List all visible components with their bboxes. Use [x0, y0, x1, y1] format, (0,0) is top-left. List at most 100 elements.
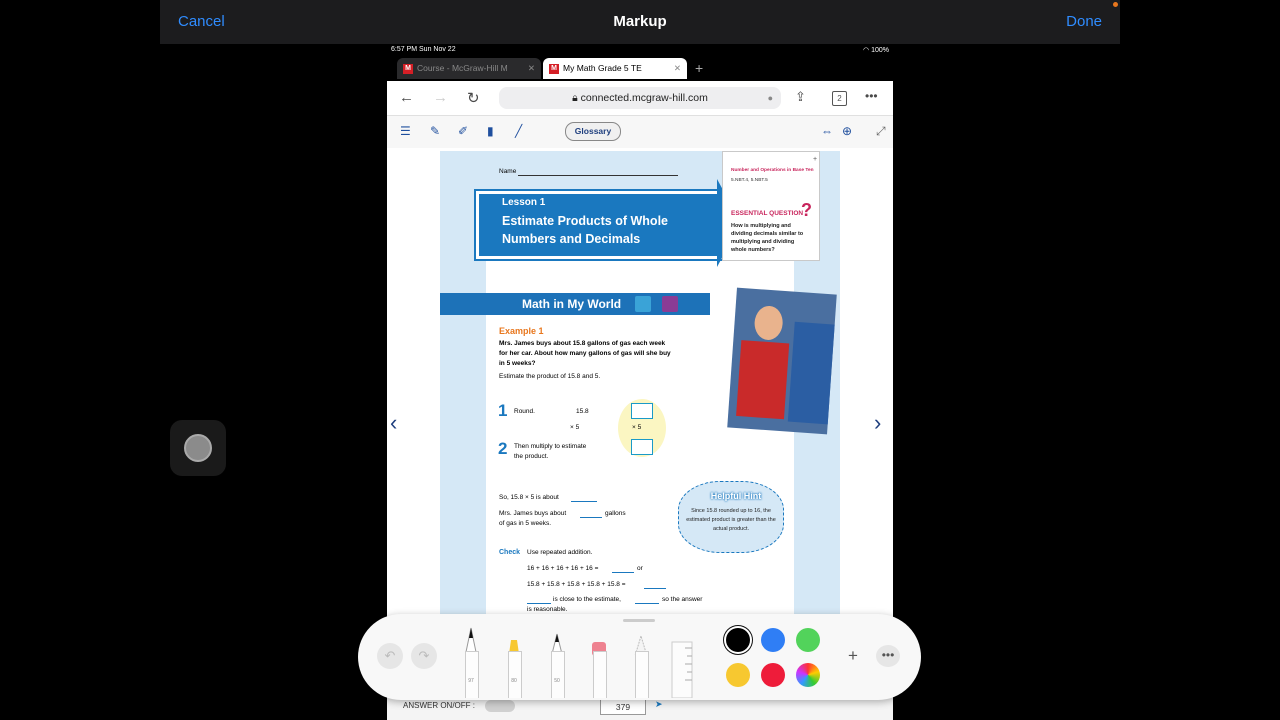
highlighter-tool[interactable]: 80: [505, 626, 523, 698]
status-battery: ◠ 100%: [863, 47, 889, 54]
answer-line[interactable]: [612, 572, 634, 573]
ebook-toolbar: ☰ ✎ ✐ ▮ ╱ Glossary ⇔ ⊕ ⤢: [387, 116, 893, 149]
add-icon[interactable]: +: [842, 645, 864, 667]
mic-icon[interactable]: ●: [768, 87, 773, 109]
helpful-hint-text: Since 15.8 rounded up to 16, the estimat…: [686, 508, 776, 532]
answer-box-1[interactable]: [631, 403, 653, 419]
markup-tool-palette: ↶ ↷ 97 80 50 + •••: [358, 614, 921, 700]
lesson-number: Lesson 1: [502, 197, 546, 208]
essential-question-title: ESSENTIAL QUESTION: [731, 210, 804, 217]
color-black[interactable]: [726, 628, 750, 652]
reload-icon[interactable]: ↻: [467, 89, 480, 107]
watch-video-icon[interactable]: [635, 296, 651, 312]
photo-shirt: [736, 340, 790, 420]
standards-box: + Number and Operations in Base Ten 5.NB…: [722, 151, 820, 261]
answer-box-2[interactable]: [631, 439, 653, 455]
pen-tool[interactable]: 97: [462, 626, 480, 698]
pencil-icon[interactable]: ✎: [430, 124, 440, 138]
more-icon[interactable]: •••: [865, 89, 878, 103]
pencil-tool[interactable]: 50: [548, 626, 566, 698]
helpful-hint-title: Helpful Hint: [710, 491, 762, 501]
back-icon[interactable]: ←: [399, 89, 414, 106]
step-1-text: Round.: [514, 408, 535, 415]
gallons-text: gallons: [605, 510, 626, 517]
fullscreen-icon[interactable]: ⤢: [876, 124, 886, 139]
left-letterbox: [160, 44, 387, 720]
markup-header: Cancel Markup Done: [160, 0, 1120, 44]
more-options-icon[interactable]: •••: [876, 645, 900, 667]
answer-line[interactable]: [635, 603, 659, 604]
pen-width: 97: [468, 678, 474, 684]
address-field[interactable]: 🔒︎ connected.mcgraw-hill.com ●: [499, 87, 781, 109]
go-page-icon[interactable]: ➤: [655, 699, 663, 710]
page-margin-left: [440, 291, 488, 621]
math-in-my-world-title: Math in My World: [522, 297, 622, 311]
expand-icon[interactable]: +: [813, 156, 817, 163]
url-bar: ← → ↻ 🔒︎ connected.mcgraw-hill.com ● ⇪ 2…: [387, 81, 893, 116]
lock-icon: 🔒︎: [572, 92, 581, 104]
zoom-icon[interactable]: ⊕: [842, 124, 852, 138]
fit-width-icon[interactable]: ⇔: [821, 124, 833, 138]
next-page-icon[interactable]: ›: [874, 410, 881, 436]
pencil-width: 50: [554, 678, 560, 684]
answer-line[interactable]: [644, 588, 666, 589]
ruler-tool[interactable]: [671, 626, 693, 699]
question-mark-icon: ?: [801, 200, 812, 220]
so-text: So, 15.8 × 5 is about: [499, 494, 559, 501]
page-number-input[interactable]: 379: [600, 699, 646, 715]
notebook-icon[interactable]: ▮: [487, 124, 494, 138]
pen-icon[interactable]: ╱: [515, 124, 522, 138]
mcgraw-hill-icon: M: [403, 63, 413, 74]
status-bar: 6:57 PM Sun Nov 22 ◠ 100%: [387, 44, 893, 56]
color-yellow[interactable]: [726, 663, 750, 687]
copyright-text: [470, 496, 474, 606]
mcgraw-hill-icon: M: [549, 63, 559, 74]
step-1-number: 1: [498, 401, 508, 420]
answer-toggle[interactable]: [485, 700, 515, 712]
tab-my-math[interactable]: M My Math Grade 5 TE ✕: [543, 58, 687, 79]
factor-1: 15.8: [576, 408, 589, 415]
factor-2-copy: × 5: [632, 424, 642, 431]
color-red[interactable]: [761, 663, 785, 687]
answer-line[interactable]: [571, 501, 597, 502]
redo-icon[interactable]: ↷: [411, 643, 437, 669]
right-letterbox: [893, 44, 1120, 720]
tab-course[interactable]: M Course - McGraw-Hill M ✕: [397, 58, 541, 79]
answer-line[interactable]: [527, 603, 551, 604]
browser-tabs: M Course - McGraw-Hill M ✕ M My Math Grade …: [387, 56, 893, 81]
step-2-number: 2: [498, 439, 508, 458]
lesson-title: Estimate Products of Whole Numbers and D…: [502, 214, 668, 246]
textbook-page: Name Lesson 1 Estimate Products of Whole…: [440, 151, 840, 621]
gas-station-photo: [727, 287, 837, 435]
name-line: [518, 175, 678, 176]
new-tab-icon[interactable]: +: [695, 58, 703, 79]
close-tab-icon[interactable]: ✕: [528, 58, 535, 79]
photo-car: [787, 321, 835, 425]
close-text: is close to the estimate,: [553, 596, 621, 603]
status-time: 6:57 PM Sun Nov 22: [391, 46, 456, 53]
prev-page-icon[interactable]: ‹: [390, 410, 397, 436]
highlighter-icon[interactable]: ✐: [458, 124, 468, 138]
color-picker-icon[interactable]: [796, 663, 820, 687]
undo-icon[interactable]: ↶: [377, 643, 403, 669]
close-tab-icon[interactable]: ✕: [674, 58, 681, 79]
done-button[interactable]: Done: [1066, 13, 1102, 30]
wifi-icon: ◠: [863, 47, 872, 54]
forward-icon[interactable]: →: [433, 89, 448, 106]
so-answer-text: so the answer: [662, 596, 703, 603]
lasso-tool[interactable]: [632, 626, 650, 698]
assistive-touch-button[interactable]: [170, 420, 226, 476]
color-green[interactable]: [796, 628, 820, 652]
glossary-button[interactable]: Glossary: [565, 122, 621, 141]
eraser-tool[interactable]: [590, 626, 608, 698]
example-title: Example 1: [499, 326, 544, 336]
share-icon[interactable]: ⇪: [795, 89, 806, 105]
palette-grabber[interactable]: [623, 619, 655, 622]
answer-line[interactable]: [580, 517, 602, 518]
color-blue[interactable]: [761, 628, 785, 652]
check-text: Use repeated addition.: [527, 549, 593, 556]
tutor-icon[interactable]: [662, 296, 678, 312]
toc-icon[interactable]: ☰: [400, 124, 411, 138]
tab-overview-button[interactable]: 2: [832, 91, 847, 106]
factor-2: × 5: [570, 424, 580, 431]
